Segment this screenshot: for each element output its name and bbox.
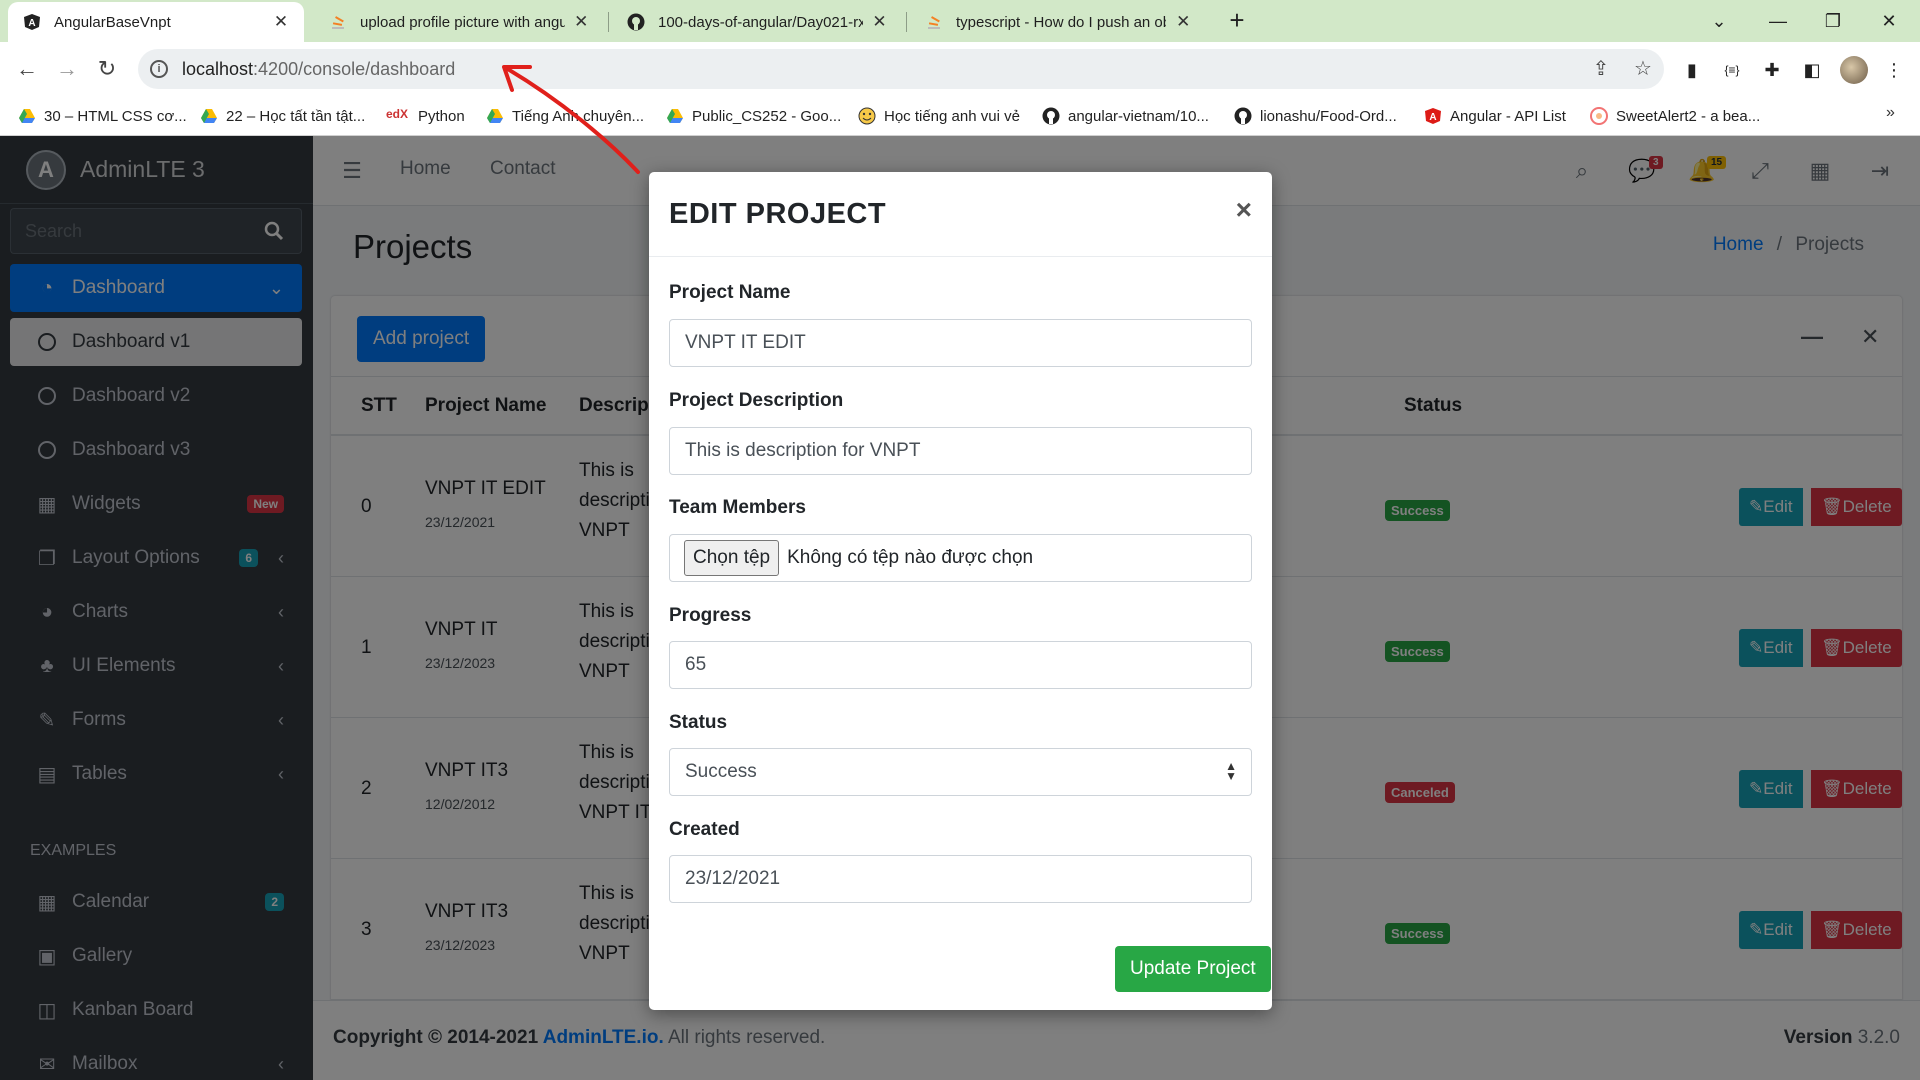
svg-text:A: A [28,18,35,29]
status-select[interactable]: Success ▲ ▼ [669,748,1252,796]
drive-icon [667,109,683,123]
modal-header: EDIT PROJECT × [649,172,1272,257]
team-members-label: Team Members [669,497,806,518]
project-description-input[interactable]: This is description for VNPT [669,427,1252,475]
progress-label: Progress [669,605,752,626]
minimize-button[interactable]: — [1763,6,1793,36]
close-icon[interactable]: ✕ [871,13,888,31]
bookmark-label: angular-vietnam/10... [1068,107,1209,125]
file-status-text: Không có tệp nào được chọn [787,547,1034,568]
select-arrows-icon: ▲ ▼ [1225,759,1237,783]
reload-button[interactable]: ↻ [92,54,122,84]
close-icon[interactable]: ✕ [272,13,290,31]
smiley-icon [858,107,876,125]
svg-text:A: A [1429,112,1436,123]
restore-button[interactable]: ❐ [1818,6,1848,36]
team-members-file-input[interactable]: Chọn tệp Không có tệp nào được chọn [669,534,1252,582]
edit-project-modal: EDIT PROJECT × Project Name VNPT IT EDIT… [649,172,1272,1010]
bookmark-label: Public_CS252 - Goo... [692,107,842,125]
progress-input[interactable]: 65 [669,641,1252,689]
drive-icon [201,109,217,123]
project-name-input[interactable]: VNPT IT EDIT [669,319,1252,367]
profile-avatar[interactable] [1840,56,1868,84]
more-bookmarks-icon[interactable]: » [1886,104,1895,122]
bookmark-item[interactable]: SweetAlert2 - a bea... [1590,104,1760,128]
tab-separator [906,12,907,32]
status-selected-value: Success [685,761,757,782]
bookmark-label: 22 – Học tất tần tật... [226,107,366,125]
app-viewport: A AdminLTE 3 ◔ Dashboard ⌄ Dashboard v1 … [0,136,1920,1080]
back-button[interactable]: ← [12,54,42,84]
bookmark-label: Tiếng Anh chuyên... [512,107,645,125]
extension-icon[interactable]: ▮ [1678,56,1706,84]
bookmark-label: SweetAlert2 - a bea... [1616,107,1761,125]
close-icon[interactable]: × [1236,194,1252,226]
status-label: Status [669,712,728,733]
project-name-label: Project Name [669,282,791,303]
edx-icon: edX [386,107,409,121]
modal-title: EDIT PROJECT [669,198,887,230]
bookmark-item[interactable]: 30 – HTML CSS cơ... [18,104,187,128]
bookmark-item[interactable]: 22 – Học tất tần tật... [200,104,365,128]
angular-icon: A [22,12,42,32]
update-project-button[interactable]: Update Project [1115,946,1271,992]
close-icon[interactable]: ✕ [1174,13,1192,31]
info-icon[interactable]: i [150,60,168,78]
bookmark-label: Angular - API List [1450,107,1566,125]
close-icon[interactable]: ✕ [573,13,590,31]
angular-icon: A [1425,108,1441,124]
tab-title: AngularBaseVnpt [54,13,171,31]
tab-angularbasevnpt[interactable]: A AngularBaseVnpt ✕ [8,2,304,42]
github-icon [1042,107,1060,125]
bookmark-label: Python [418,107,465,125]
puzzle-icon[interactable]: ✚ [1758,56,1786,84]
bookmark-item[interactable]: Public_CS252 - Goo... [666,104,841,128]
json-extension-icon[interactable]: {≡} [1718,56,1746,84]
bookmark-item[interactable]: Học tiếng anh vui vẻ [858,104,1020,128]
github-icon [626,12,646,32]
tab-title: 100-days-of-angular/Day021-rxjs [658,13,864,31]
created-label: Created [669,819,740,840]
bookmark-item[interactable]: Tiếng Anh chuyên... [486,104,644,128]
created-input[interactable]: 23/12/2021 [669,855,1252,903]
browser-toolbar: ← → ↻ i localhost:4200/console/dashboard… [0,42,1920,96]
bookmark-item[interactable]: angular-vietnam/10... [1042,104,1209,128]
address-bar[interactable]: i localhost:4200/console/dashboard [138,49,1664,89]
bookmark-label: lionashu/Food-Ord... [1260,107,1397,125]
drive-icon [487,109,503,123]
new-tab-button[interactable]: + [1222,6,1252,36]
bookmark-label: 30 – HTML CSS cơ... [44,107,187,125]
bookmarks-bar: 30 – HTML CSS cơ... 22 – Học tất tần tật… [0,96,1920,136]
forward-button[interactable]: → [52,54,82,84]
bookmark-item[interactable]: lionashu/Food-Ord... [1234,104,1397,128]
tab-search-chevron-icon[interactable]: ⌄ [1704,6,1734,36]
url-host: localhost [182,58,254,79]
choose-file-button[interactable]: Chọn tệp [684,540,780,576]
bookmark-label: Học tiếng anh vui vẻ [884,107,1020,125]
more-menu-icon[interactable]: ⋮ [1880,56,1908,84]
tab-typescript-push[interactable]: typescript - How do I push an ob ✕ [910,2,1206,42]
sweetalert-icon [1590,107,1608,125]
bookmark-item[interactable]: edX Python [386,104,465,128]
share-icon[interactable]: ⇪ [1586,49,1616,89]
tab-title: upload profile picture with angul [360,13,565,31]
bookmark-item[interactable]: A Angular - API List [1424,104,1566,128]
drive-icon [19,109,35,123]
stackoverflow-icon [328,12,348,32]
tab-100-days-angular[interactable]: 100-days-of-angular/Day021-rxjs ✕ [612,2,902,42]
url-text[interactable]: localhost:4200/console/dashboard [182,59,455,80]
bookmark-star-icon[interactable]: ☆ [1628,49,1658,89]
github-icon [1234,107,1252,125]
close-window-button[interactable]: ✕ [1874,6,1904,36]
stackoverflow-icon [924,12,944,32]
tab-upload-profile[interactable]: upload profile picture with angul ✕ [314,2,604,42]
tab-separator [608,12,609,32]
browser-tab-strip: A AngularBaseVnpt ✕ upload profile pictu… [0,0,1920,42]
tab-title: typescript - How do I push an ob [956,13,1167,31]
project-description-label: Project Description [669,390,844,411]
side-panel-icon[interactable]: ◧ [1798,56,1826,84]
url-path: :4200/console/dashboard [253,58,456,79]
